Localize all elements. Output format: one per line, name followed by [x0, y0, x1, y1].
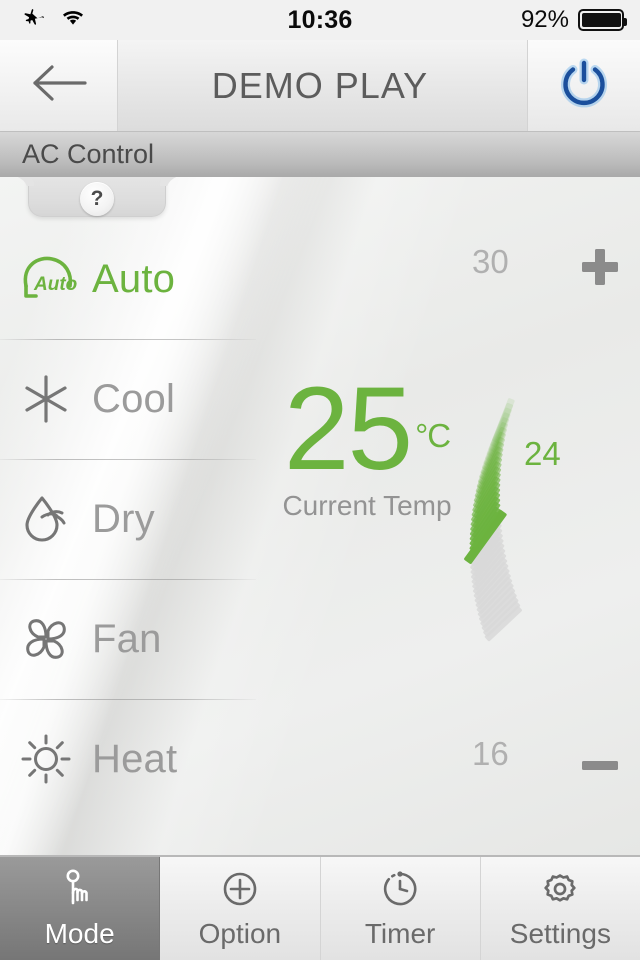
power-icon — [553, 52, 615, 119]
scale-max-label: 30 — [472, 243, 509, 280]
tab-label-timer: Timer — [364, 918, 436, 949]
tab-timer[interactable]: Timer — [321, 857, 481, 960]
wifi-icon — [60, 8, 86, 33]
mode-item-dry[interactable]: Dry — [0, 459, 256, 579]
status-bar-left — [0, 6, 202, 35]
decrease-temperature-button[interactable] — [572, 737, 628, 793]
bottom-tab-bar: Mode Option Timer Settings — [0, 855, 640, 960]
status-bar-clock: 10:36 — [287, 5, 353, 34]
back-arrow-icon — [29, 62, 89, 109]
back-button[interactable] — [0, 40, 118, 131]
navigation-bar: DEMO PLAY — [0, 40, 640, 132]
clock-icon — [379, 867, 421, 911]
tab-label-mode: Mode — [44, 918, 115, 949]
tab-option[interactable]: Option — [160, 857, 321, 960]
mode-item-cool[interactable]: Cool — [0, 339, 256, 459]
tab-label-settings: Settings — [509, 918, 611, 949]
gear-icon — [539, 867, 581, 911]
mode-label-dry: Dry — [92, 496, 155, 541]
mode-label-auto: Auto — [92, 256, 176, 301]
ac-control-panel: ? Auto Auto Cool Dry Fan Heat 25 °C Curr… — [0, 177, 640, 855]
mode-label-fan: Fan — [92, 616, 162, 661]
scale-min-label: 16 — [472, 735, 509, 772]
current-temperature-value: 25 — [283, 363, 413, 495]
tab-label-option: Option — [198, 918, 282, 949]
power-button[interactable] — [527, 40, 640, 131]
tab-settings[interactable]: Settings — [481, 857, 640, 960]
fan-blades-icon — [0, 611, 92, 667]
snowflake-icon — [0, 371, 92, 427]
help-tab[interactable]: ? — [28, 177, 166, 217]
status-bar: 10:36 92% — [0, 0, 640, 40]
app-screen: 10:36 92% DEMO PLAY AC Control ? Auto Au… — [0, 0, 640, 960]
tab-mode[interactable]: Mode — [0, 857, 161, 960]
mode-label-heat: Heat — [92, 736, 178, 781]
setpoint-temperature-label: 24 — [524, 435, 561, 472]
status-bar-right: 92% — [444, 6, 640, 34]
temperature-arc-slider[interactable]: 30 16 24 — [430, 217, 640, 837]
auto-head-icon: Auto — [0, 252, 92, 306]
mode-list: Auto Auto Cool Dry Fan Heat — [0, 219, 256, 819]
hand-tap-icon — [58, 867, 102, 911]
increase-temperature-button[interactable] — [572, 239, 628, 295]
mode-item-heat[interactable]: Heat — [0, 699, 256, 819]
battery-percent-label: 92% — [520, 6, 569, 33]
section-header: AC Control — [0, 132, 640, 177]
svg-text:Auto: Auto — [33, 274, 77, 295]
mode-label-cool: Cool — [92, 376, 176, 421]
help-icon[interactable]: ? — [80, 181, 114, 216]
plus-circle-icon — [219, 867, 261, 911]
airplane-icon — [22, 6, 46, 35]
battery-icon — [578, 9, 627, 31]
water-drop-icon — [0, 491, 92, 547]
mode-item-auto[interactable]: Auto Auto — [0, 219, 256, 339]
section-header-label: AC Control — [22, 139, 155, 169]
mode-item-fan[interactable]: Fan — [0, 579, 256, 699]
sun-icon — [0, 731, 92, 787]
